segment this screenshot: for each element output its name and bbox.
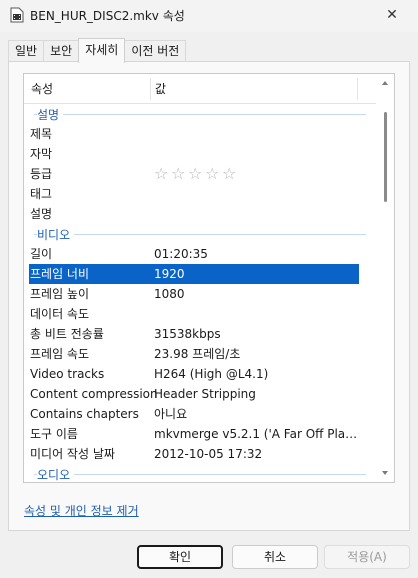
property-row-media-created[interactable]: 미디어 작성 날짜 2012-10-05 17:32 <box>29 444 359 464</box>
rating-stars[interactable]: ☆ ☆ ☆ ☆ ☆ <box>154 165 239 183</box>
property-row-comments[interactable]: 설명 <box>29 204 359 224</box>
list-header: 속성 값 <box>24 74 376 104</box>
property-value: 1080 <box>154 287 185 301</box>
property-value: 2012-10-05 17:32 <box>154 447 263 461</box>
property-value: mkvmerge v5.2.1 ('A Far Off Place'... <box>154 427 359 441</box>
cancel-button[interactable]: 취소 <box>232 545 318 569</box>
group-divider <box>34 474 366 475</box>
scroll-down-arrow-icon[interactable] <box>380 468 390 478</box>
property-value: 01:20:35 <box>154 247 208 261</box>
property-row-tags[interactable]: 태그 <box>29 184 359 204</box>
column-divider[interactable] <box>357 78 358 100</box>
property-row-tool-name[interactable]: 도구 이름 mkvmerge v5.2.1 ('A Far Off Place'… <box>29 424 359 444</box>
details-panel: 속성 값 설명 제목 자막 등급 ☆ ☆ ☆ ☆ ☆ 태그 설명 비디오 길이 … <box>8 61 410 531</box>
column-divider[interactable] <box>150 78 151 100</box>
property-row-title[interactable]: 제목 <box>29 124 359 144</box>
property-rows: 설명 제목 자막 등급 ☆ ☆ ☆ ☆ ☆ 태그 설명 비디오 길이 01:20… <box>24 104 376 482</box>
property-name: 설명 <box>30 207 53 221</box>
tab-previous-versions[interactable]: 이전 버전 <box>124 40 187 62</box>
property-value: 31538kbps <box>154 327 221 341</box>
property-row-frame-width[interactable]: 프레임 너비 1920 <box>29 264 359 284</box>
property-row-frame-rate[interactable]: 프레임 속도 23.98 프레임/초 <box>29 344 359 364</box>
property-row-total-bitrate[interactable]: 총 비트 전송률 31538kbps <box>29 324 359 344</box>
property-row-content-compression[interactable]: Content compression Header Stripping <box>29 384 359 404</box>
property-name: Content compression <box>30 387 158 401</box>
property-name: 프레임 높이 <box>30 287 90 301</box>
properties-list[interactable]: 속성 값 설명 제목 자막 등급 ☆ ☆ ☆ ☆ ☆ 태그 설명 비디오 길이 … <box>23 73 395 483</box>
group-divider <box>34 234 366 235</box>
property-name: 등급 <box>30 167 53 181</box>
star-icon[interactable]: ☆ <box>154 165 171 183</box>
remove-properties-link[interactable]: 속성 및 개인 정보 제거 <box>24 502 139 519</box>
group-label: 설명 <box>37 106 64 123</box>
group-header-video[interactable]: 비디오 <box>24 224 374 244</box>
property-row-video-tracks[interactable]: Video tracks H264 (High @L4.1) <box>29 364 359 384</box>
title-bar: BEN_HUR_DISC2.mkv 속성 ✕ <box>0 0 418 32</box>
property-row-data-rate[interactable]: 데이터 속도 <box>29 304 359 324</box>
scrollbar-thumb[interactable] <box>384 112 387 202</box>
group-header-audio[interactable]: 오디오 <box>24 464 374 482</box>
apply-button[interactable]: 적용(A) <box>324 545 410 569</box>
star-icon[interactable]: ☆ <box>188 165 205 183</box>
property-row-rating[interactable]: 등급 ☆ ☆ ☆ ☆ ☆ <box>29 164 359 184</box>
group-header-description[interactable]: 설명 <box>24 104 374 124</box>
scroll-up-arrow-icon[interactable] <box>380 78 390 88</box>
property-value: Header Stripping <box>154 387 256 401</box>
property-name: 프레임 속도 <box>30 347 90 361</box>
property-name: 총 비트 전송률 <box>30 327 104 341</box>
tab-details[interactable]: 자세히 <box>78 38 126 63</box>
star-icon[interactable]: ☆ <box>171 165 188 183</box>
column-header-value[interactable]: 값 <box>155 74 166 104</box>
tab-security[interactable]: 보안 <box>43 40 80 62</box>
property-name: Contains chapters <box>30 407 139 421</box>
property-value: 아니요 <box>154 407 188 421</box>
tab-general[interactable]: 일반 <box>8 40 45 62</box>
property-name: 태그 <box>30 187 53 201</box>
property-name: 자막 <box>30 147 53 161</box>
property-name: 제목 <box>30 127 53 141</box>
group-divider <box>34 114 366 115</box>
group-label: 비디오 <box>37 226 75 243</box>
property-value: H264 (High @L4.1) <box>154 367 269 381</box>
video-file-icon <box>10 7 24 23</box>
vertical-scrollbar[interactable] <box>376 74 394 482</box>
property-value: 1920 <box>154 267 185 281</box>
star-icon[interactable]: ☆ <box>205 165 222 183</box>
close-icon[interactable]: ✕ <box>372 0 412 30</box>
property-name: 프레임 너비 <box>30 267 90 281</box>
property-row-subtitle[interactable]: 자막 <box>29 144 359 164</box>
star-icon[interactable]: ☆ <box>222 165 239 183</box>
tab-strip: 일반 보안 자세히 이전 버전 <box>8 38 187 63</box>
property-value: 23.98 프레임/초 <box>154 347 241 361</box>
ok-button[interactable]: 확인 <box>137 545 223 569</box>
property-name: 길이 <box>30 247 53 261</box>
property-name: 데이터 속도 <box>30 307 90 321</box>
column-header-property[interactable]: 속성 <box>31 74 53 104</box>
window-title: BEN_HUR_DISC2.mkv 속성 <box>30 9 185 23</box>
property-row-frame-height[interactable]: 프레임 높이 1080 <box>29 284 359 304</box>
property-name: Video tracks <box>30 367 105 381</box>
group-label: 오디오 <box>37 466 75 482</box>
property-row-length[interactable]: 길이 01:20:35 <box>29 244 359 264</box>
property-row-contains-chapters[interactable]: Contains chapters 아니요 <box>29 404 359 424</box>
property-name: 미디어 작성 날짜 <box>30 447 115 461</box>
property-name: 도구 이름 <box>30 427 78 441</box>
